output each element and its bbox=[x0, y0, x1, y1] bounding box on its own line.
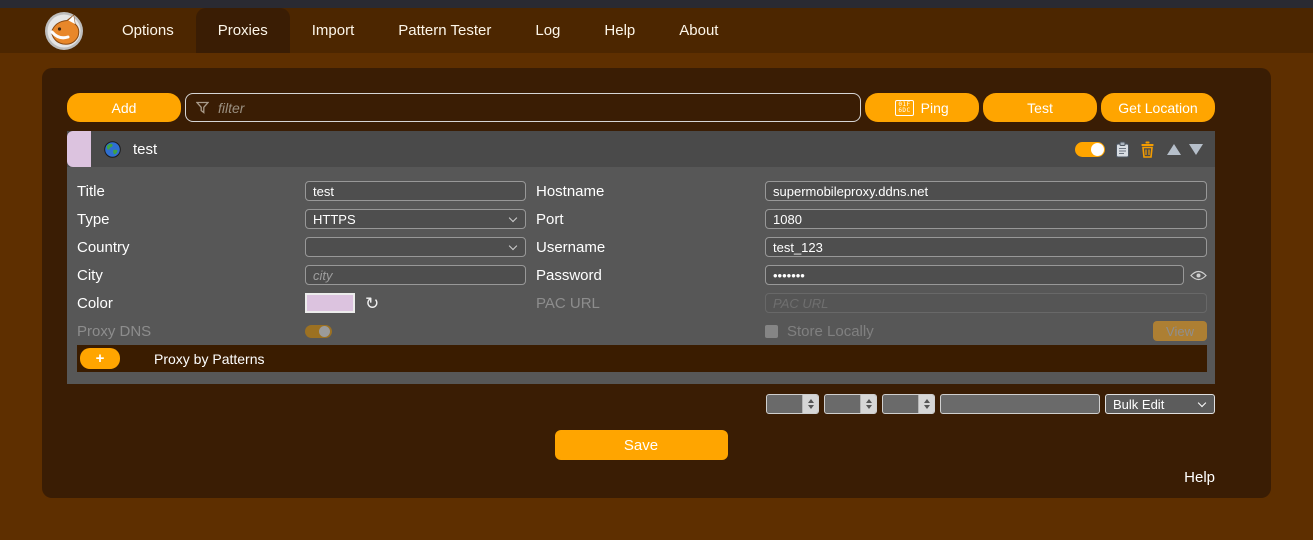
proxy-dns-cell bbox=[305, 324, 536, 338]
hostname-input[interactable] bbox=[765, 181, 1207, 201]
main-nav: Options Proxies Import Pattern Tester Lo… bbox=[0, 8, 1313, 53]
password-label: Password bbox=[536, 266, 602, 284]
country-label: Country bbox=[77, 238, 130, 256]
bulk-controls-row: Bulk Edit bbox=[67, 394, 1215, 414]
ping-button-label: Ping bbox=[920, 99, 949, 116]
number-stepper-2[interactable] bbox=[824, 394, 877, 414]
pac-url-label: PAC URL bbox=[536, 294, 600, 312]
hostname-label: Hostname bbox=[536, 182, 605, 200]
port-input[interactable] bbox=[765, 209, 1207, 229]
hostname-cell bbox=[765, 181, 1207, 201]
title-input[interactable] bbox=[305, 181, 526, 201]
color-label: Color bbox=[77, 294, 113, 312]
type-cell: HTTPS bbox=[305, 209, 536, 229]
password-cell bbox=[765, 265, 1207, 285]
test-button[interactable]: Test bbox=[983, 93, 1097, 122]
proxy-form: Title Hostname Type HTTPS Port Country U bbox=[67, 167, 1215, 384]
ping-button[interactable]: 01F 6DC Ping bbox=[865, 93, 979, 122]
country-cell bbox=[305, 237, 536, 257]
proxy-by-patterns-label: Proxy by Patterns bbox=[154, 350, 265, 367]
color-swatch[interactable] bbox=[305, 293, 355, 313]
bulk-edit-select[interactable]: Bulk Edit bbox=[1105, 394, 1215, 414]
proxy-dns-label: Proxy DNS bbox=[77, 322, 152, 340]
filter-funnel-icon bbox=[196, 101, 209, 114]
username-input[interactable] bbox=[765, 237, 1207, 257]
proxies-panel: Add 01F 6DC Ping Test Get Location t bbox=[42, 68, 1271, 498]
tab-pattern-tester[interactable]: Pattern Tester bbox=[376, 8, 513, 53]
password-input[interactable] bbox=[765, 265, 1184, 285]
proxy-card-header: test bbox=[67, 131, 1215, 167]
tab-options[interactable]: Options bbox=[100, 8, 196, 53]
pac-url-input bbox=[765, 293, 1207, 313]
city-cell bbox=[305, 265, 536, 285]
proxy-dns-toggle bbox=[305, 324, 332, 338]
filter-field-wrap bbox=[185, 93, 861, 122]
number-stepper-3[interactable] bbox=[882, 394, 935, 414]
help-link[interactable]: Help bbox=[67, 469, 1215, 486]
reset-color-icon[interactable]: ↻ bbox=[365, 295, 379, 312]
tab-import[interactable]: Import bbox=[290, 8, 377, 53]
proxy-by-patterns-bar: + Proxy by Patterns bbox=[77, 345, 1207, 372]
browser-top-strip bbox=[0, 0, 1313, 8]
duplicate-proxy-icon[interactable] bbox=[1115, 141, 1130, 158]
proxy-enabled-toggle[interactable] bbox=[1075, 141, 1105, 157]
tab-about[interactable]: About bbox=[657, 8, 740, 53]
title-label: Title bbox=[77, 182, 105, 200]
proxy-form-grid: Title Hostname Type HTTPS Port Country U bbox=[77, 177, 1207, 345]
store-locally-label: Store Locally bbox=[787, 322, 874, 340]
show-password-eye-icon[interactable] bbox=[1190, 270, 1207, 281]
stepper-buttons-icon[interactable] bbox=[918, 395, 934, 413]
globe-icon bbox=[104, 140, 121, 158]
city-label: City bbox=[77, 266, 103, 284]
tab-help[interactable]: Help bbox=[582, 8, 657, 53]
type-select-value: HTTPS bbox=[313, 212, 356, 227]
move-down-icon[interactable] bbox=[1189, 143, 1203, 155]
foxyproxy-logo-icon bbox=[45, 11, 83, 50]
number-stepper-1[interactable] bbox=[766, 394, 819, 414]
type-select[interactable]: HTTPS bbox=[305, 209, 526, 229]
get-location-button[interactable]: Get Location bbox=[1101, 93, 1215, 122]
chevron-down-icon bbox=[1197, 398, 1207, 408]
nav-tabs: Options Proxies Import Pattern Tester Lo… bbox=[100, 8, 740, 53]
chevron-down-icon bbox=[508, 213, 518, 223]
color-cell: ↻ bbox=[305, 293, 536, 313]
tab-proxies[interactable]: Proxies bbox=[195, 8, 290, 53]
city-input[interactable] bbox=[305, 265, 526, 285]
proxy-title: test bbox=[133, 140, 158, 158]
port-cell bbox=[765, 209, 1207, 229]
filter-input[interactable] bbox=[185, 93, 861, 122]
stepper-buttons-icon[interactable] bbox=[860, 395, 876, 413]
view-pac-button: View bbox=[1153, 321, 1207, 341]
store-locally-checkbox bbox=[765, 324, 778, 338]
username-cell bbox=[765, 237, 1207, 257]
chevron-down-icon bbox=[508, 241, 518, 251]
port-label: Port bbox=[536, 210, 564, 228]
pac-url-cell bbox=[765, 293, 1207, 313]
add-proxy-button[interactable]: Add bbox=[67, 93, 181, 122]
proxy-color-tab bbox=[67, 131, 91, 167]
store-locally-row: Store Locally View bbox=[765, 321, 1207, 341]
bulk-edit-value: Bulk Edit bbox=[1113, 397, 1165, 412]
move-up-icon[interactable] bbox=[1167, 143, 1181, 155]
title-cell bbox=[305, 181, 536, 201]
missing-glyph-icon: 01F 6DC bbox=[895, 99, 914, 116]
proxies-toolbar: Add 01F 6DC Ping Test Get Location bbox=[67, 93, 1215, 122]
delete-proxy-icon[interactable] bbox=[1140, 141, 1155, 158]
add-pattern-button[interactable]: + bbox=[80, 348, 120, 369]
bulk-text-input[interactable] bbox=[940, 394, 1100, 414]
username-label: Username bbox=[536, 238, 606, 256]
stepper-buttons-icon[interactable] bbox=[802, 395, 818, 413]
type-label: Type bbox=[77, 210, 110, 228]
tab-log[interactable]: Log bbox=[513, 8, 582, 53]
country-select[interactable] bbox=[305, 237, 526, 257]
save-button[interactable]: Save bbox=[554, 430, 728, 460]
